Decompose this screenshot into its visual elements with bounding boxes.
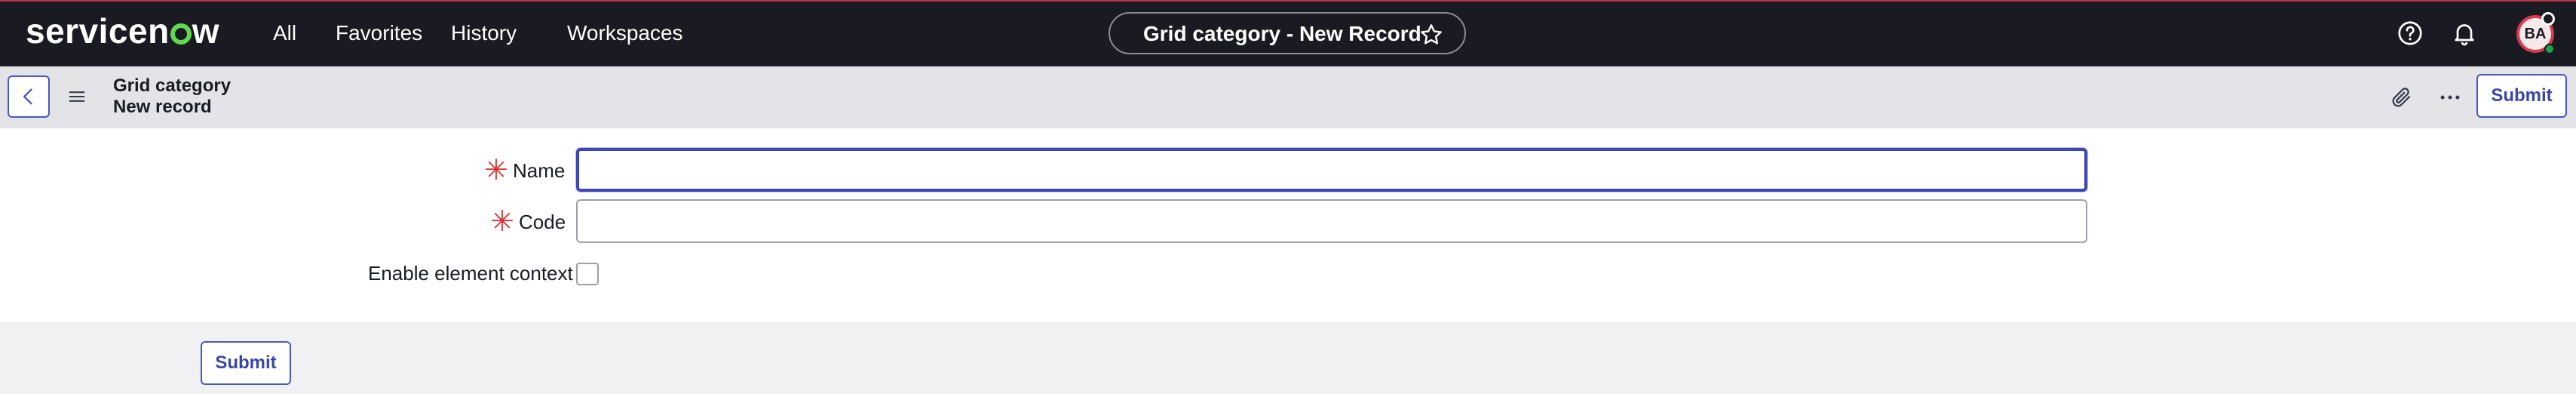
record-title-pill[interactable]: Grid category - New Record (1109, 12, 1466, 54)
nav-workspaces[interactable]: Workspaces (567, 18, 683, 48)
form-title: Grid category (113, 75, 232, 96)
nav-favorites[interactable]: Favorites (336, 18, 422, 48)
name-input[interactable] (576, 148, 2087, 192)
back-button[interactable] (8, 75, 50, 118)
nav-all[interactable]: All (273, 18, 296, 48)
top-navigation-bar: servicen w All Favorites History Workspac… (0, 0, 2576, 66)
chevron-left-icon (23, 88, 32, 105)
footer-submit-button[interactable]: Submit (201, 341, 291, 385)
logo-text-part-a: servicen (26, 11, 170, 51)
star-icon[interactable] (1419, 23, 1443, 47)
help-icon[interactable] (2397, 20, 2424, 47)
record-header-bar: Grid category New record Submit (0, 66, 2576, 128)
logo-text-part-b: w (192, 11, 219, 51)
required-marker-code: ✳ (490, 206, 514, 238)
record-form: ✳ Name ✳ Code Enable element context (0, 128, 2576, 322)
code-input[interactable] (576, 199, 2087, 243)
logo-o-mark (170, 23, 192, 45)
name-label: Name (513, 159, 566, 182)
notifications-bell-icon[interactable] (2451, 20, 2478, 47)
code-label: Code (519, 211, 566, 233)
avatar-status-indicator (2544, 44, 2555, 54)
header-submit-button[interactable]: Submit (2476, 74, 2567, 118)
more-options-icon[interactable] (2436, 85, 2464, 110)
record-title: Grid category - New Record (1143, 22, 1421, 45)
hamburger-menu-icon[interactable] (66, 86, 87, 107)
enable-element-context-label: Enable element context (368, 262, 573, 285)
form-subtitle: New record (113, 97, 212, 117)
required-marker-name: ✳ (484, 155, 508, 186)
enable-element-context-checkbox[interactable] (576, 263, 599, 285)
nav-history[interactable]: History (451, 18, 517, 48)
avatar-notification-dot (2541, 12, 2555, 26)
paperclip-icon[interactable] (2389, 85, 2415, 110)
servicenow-logo[interactable]: servicen w (26, 12, 219, 50)
